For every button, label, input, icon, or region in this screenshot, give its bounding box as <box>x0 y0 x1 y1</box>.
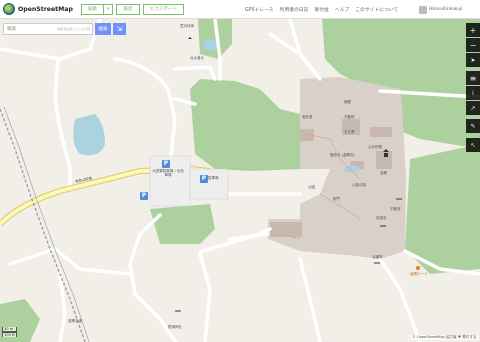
zoom-out-button[interactable]: − <box>466 38 480 52</box>
label-parking2: 駐車場 <box>208 176 219 180</box>
user-name: HikaruKinkakuji <box>429 7 463 12</box>
nav-gps-traces[interactable]: GPSトレース <box>245 6 274 13</box>
nav-help[interactable]: ヘルプ <box>335 6 349 13</box>
layers-icon[interactable]: ≡ <box>466 71 480 85</box>
share-icon[interactable]: ↗ <box>466 101 480 115</box>
label-south-shrine: 北福院 <box>372 255 383 259</box>
label-gate1: 総門 <box>333 197 340 201</box>
edit-button[interactable]: 編集 <box>80 3 105 15</box>
label-bottom-temple: 鏡湯神社 <box>168 325 182 329</box>
label-north-gate: 北大道大 <box>190 56 204 60</box>
label-station: 公園 <box>308 185 315 189</box>
label-hall2: 方丈庫 <box>344 130 355 134</box>
search-hint[interactable]: 場所名を使ってこの付近 <box>57 27 90 31</box>
export-button[interactable]: エクスポート <box>142 3 185 15</box>
label-kinkakuji: 鹿苑寺 (金閣寺) <box>330 153 355 157</box>
label-far-south: 金閣寺道 <box>68 319 82 323</box>
top-header: OpenStreetMap 編集 ▾ 履歴 エクスポート GPSトレース 利用者… <box>0 0 480 19</box>
parking-icon-3: P <box>140 192 148 200</box>
nav-about[interactable]: このサイトについて <box>355 6 398 13</box>
label-orange-shop: 金閣ロード <box>410 272 428 276</box>
attribution[interactable]: © OpenStreetMap 協力者 ♥ 寄付する <box>410 335 479 340</box>
label-treasure: 宝形造 <box>302 115 313 119</box>
scale-bar: 30 m 100 ft <box>2 327 17 337</box>
parking-icon-1: P <box>162 160 170 168</box>
logo-text: OpenStreetMap <box>18 5 73 13</box>
label-hall1: 不動院 <box>344 115 355 119</box>
zoom-in-button[interactable]: + <box>466 23 480 37</box>
label-bell: 鐘楼 <box>344 100 351 104</box>
nav-links: GPSトレース 利用者の日記 寄付金 ヘルプ このサイトについて <box>245 0 398 19</box>
search-input[interactable]: 検索 場所名を使ってこの付近 <box>3 23 93 35</box>
edit-button-group: 編集 ▾ 履歴 エクスポート <box>80 3 185 15</box>
site-logo[interactable]: OpenStreetMap <box>3 3 73 15</box>
info-icon[interactable]: i <box>466 86 480 100</box>
label-shrine: 心字形殿 <box>368 145 382 149</box>
map-canvas[interactable]: 萱刈伴事 北大道大 鐘楼 宝形造 不動院 方丈庫 心字形殿 鹿苑寺 (金閣寺) … <box>0 19 480 342</box>
avatar <box>419 5 427 14</box>
scale-imperial: 100 ft <box>2 332 17 337</box>
edit-dropdown-button[interactable]: ▾ <box>104 3 114 15</box>
parking-icon-2: P <box>200 175 208 183</box>
search-button[interactable]: 検索 <box>95 23 111 35</box>
directions-icon[interactable]: ⇲ <box>113 23 126 35</box>
map-svg <box>0 19 480 342</box>
query-icon[interactable]: ↖ <box>466 138 480 152</box>
user-menu[interactable]: HikaruKinkakuji <box>419 4 462 15</box>
nav-diaries[interactable]: 利用者の日記 <box>280 6 309 13</box>
label-kinkaku: 金閣 <box>380 171 387 175</box>
nav-donate[interactable]: 寄付金 <box>314 6 328 13</box>
label-gate3: 岩城寺 <box>376 216 387 220</box>
search-placeholder: 検索 <box>7 27 17 32</box>
locate-icon[interactable]: ➤ <box>466 53 480 67</box>
label-parking1: 大型車駐車場 / 北西車場 <box>152 169 184 178</box>
label-temple-top: 萱刈伴事 <box>180 24 194 28</box>
note-icon[interactable]: ✎ <box>466 119 480 133</box>
search-bar: 検索 場所名を使ってこの付近 検索 ⇲ <box>3 23 126 35</box>
history-button[interactable]: 履歴 <box>116 3 140 15</box>
logo-icon <box>3 3 15 15</box>
label-south: 公園の路 <box>352 183 366 187</box>
label-gate2: 不動堂 <box>390 207 401 211</box>
